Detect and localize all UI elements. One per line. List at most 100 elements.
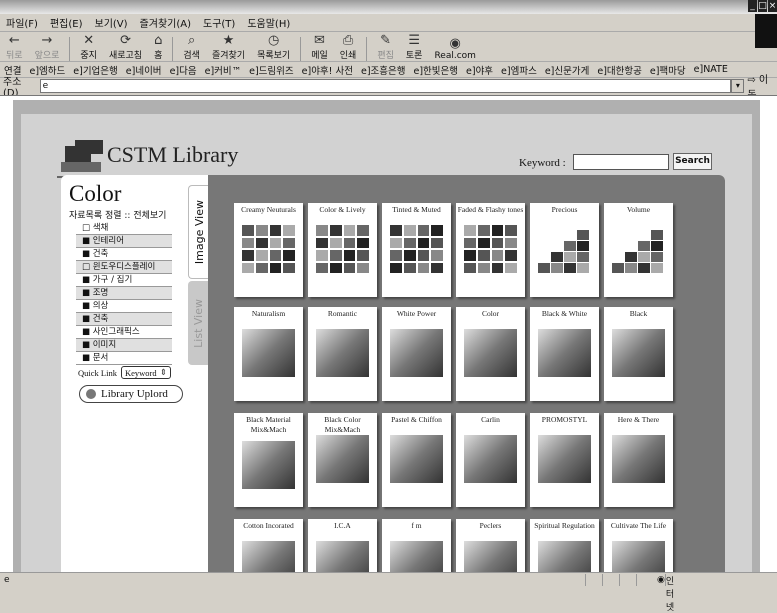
maximize-icon[interactable]: □ (758, 0, 767, 12)
library-card[interactable]: Black Color Mix&Mach (308, 413, 377, 507)
address-input[interactable]: e (39, 79, 732, 93)
page-icon: e (4, 575, 10, 585)
link-item[interactable]: e]엠파스 (497, 63, 541, 77)
status-cells: ◉ 인터넷 (585, 574, 777, 613)
quick-link-select[interactable]: Keyword ⇕ (120, 366, 171, 379)
category-item[interactable]: ■ 조명 (76, 287, 172, 300)
toolbar-button-discuss[interactable]: ☰ 토론 (400, 33, 429, 62)
library-card[interactable]: Peclers (456, 519, 525, 572)
library-card[interactable]: I.C.A (308, 519, 377, 572)
toolbar-button-edit[interactable]: ✎ 편집 (371, 34, 400, 62)
discuss-icon: ☰ (408, 33, 420, 48)
category-item[interactable]: ■ 건축 (76, 248, 172, 261)
tab-list-view[interactable]: List View (188, 281, 208, 365)
link-item[interactable]: e]팩마당 (646, 63, 690, 77)
toolbar-button-back-arrow[interactable]: ← 뒤로 (0, 34, 29, 62)
library-card[interactable]: Precious (530, 203, 599, 297)
menu-item[interactable]: 보기(V) (89, 15, 134, 30)
category-item[interactable]: ■ 의상 (76, 300, 172, 313)
category-item[interactable]: ■ 가구 / 집기 (76, 274, 172, 287)
library-card[interactable]: Here & There (604, 413, 673, 507)
link-item[interactable]: e]야후! 사전 (298, 63, 357, 77)
library-card[interactable]: Creamy Neuturals (234, 203, 303, 297)
link-item[interactable]: e]NATE (690, 64, 732, 75)
link-item[interactable]: e]야후 (462, 63, 497, 77)
toolbar-button-forward-arrow[interactable]: → 앞으로 (29, 34, 66, 62)
category-label: 이미지 (92, 340, 117, 350)
library-card[interactable]: Volume (604, 203, 673, 297)
category-item[interactable]: □ 색채 (76, 222, 172, 235)
link-item[interactable]: e]다음 (166, 63, 201, 77)
category-item[interactable]: □ 윈도우디스플레이 (76, 261, 172, 274)
library-card[interactable]: Cultivate The Life (604, 519, 673, 572)
card-thumbnail (464, 329, 517, 377)
minimize-icon[interactable]: _ (748, 0, 757, 12)
category-item[interactable]: ■ 사인그래픽스 (76, 326, 172, 339)
link-item[interactable]: e]대한항공 (593, 63, 646, 77)
site-logo[interactable]: CSTM Library (61, 136, 238, 174)
toolbar-button-stop[interactable]: ✕ 중지 (74, 34, 103, 62)
keyword-input[interactable] (573, 154, 669, 170)
card-thumbnail (390, 541, 443, 572)
card-thumbnail (242, 541, 295, 572)
library-card[interactable]: Black (604, 307, 673, 401)
library-upload-button[interactable]: Library Uplord (79, 385, 183, 403)
menu-item[interactable]: 도움말(H) (241, 15, 296, 30)
toolbar-button-refresh[interactable]: ⟳ 새로고침 (103, 34, 148, 62)
toolbar-button-mail[interactable]: ✉ 메일 (305, 34, 334, 62)
quick-link: Quick Link Keyword ⇕ (78, 366, 171, 379)
category-item[interactable]: ■ 건축 (76, 313, 172, 326)
library-card[interactable]: Cotton Incorated (234, 519, 303, 572)
category-bullet-icon: ■ (82, 327, 93, 337)
library-card[interactable]: Carlin (456, 413, 525, 507)
menu-item[interactable]: 도구(T) (197, 15, 241, 30)
link-item[interactable]: e]네이버 (122, 63, 166, 77)
link-item[interactable]: e]한빛은행 (410, 63, 463, 77)
menu-item[interactable]: 즐겨찾기(A) (134, 15, 197, 30)
category-sort-header[interactable]: 자료목록 정렬 :: 전체보기 (69, 208, 166, 221)
link-item[interactable]: e]드림위즈 (245, 63, 298, 77)
library-card[interactable]: Faded & Flashy tones (456, 203, 525, 297)
toolbar-button-print[interactable]: ⎙ 인쇄 (334, 34, 363, 62)
card-title: Black Color Mix&Mach (324, 415, 361, 434)
library-card[interactable]: f m (382, 519, 451, 572)
category-item[interactable]: ■ 문서 (76, 352, 172, 365)
toolbar-button-real[interactable]: ◉ Real.com (428, 37, 481, 62)
card-thumbnail (538, 541, 591, 572)
library-card[interactable]: Tinted & Muted (382, 203, 451, 297)
toolbar-button-history[interactable]: ◷ 목록보기 (251, 34, 296, 62)
library-card[interactable]: White Power (382, 307, 451, 401)
tab-image-view[interactable]: Image View (188, 185, 209, 279)
link-item[interactable]: e]기업은행 (69, 63, 122, 77)
close-icon[interactable]: × (768, 0, 777, 12)
library-card[interactable]: Naturalism (234, 307, 303, 401)
library-card[interactable]: Color (456, 307, 525, 401)
toolbar-separator (172, 37, 174, 61)
toolbar-button-favorites[interactable]: ★ 즐겨찾기 (206, 34, 251, 62)
category-item[interactable]: ■ 인테리어 (76, 235, 172, 248)
library-card[interactable]: Black Material Mix&Mach (234, 413, 303, 507)
library-card[interactable]: Spiritual Regulation (530, 519, 599, 572)
toolbar-button-search[interactable]: ⌕ 검색 (177, 34, 206, 62)
link-item[interactable]: e]커비™ (201, 63, 246, 77)
toolbar-button-home[interactable]: ⌂ 홈 (148, 34, 168, 62)
address-dropdown-icon[interactable]: ▾ (731, 79, 745, 93)
category-bullet-icon: ■ (82, 301, 93, 311)
menu-item[interactable]: 파일(F) (0, 15, 44, 30)
category-label: 색채 (92, 223, 109, 233)
library-card[interactable]: PROMOSTYL (530, 413, 599, 507)
upload-icon (86, 389, 96, 399)
menu-item[interactable]: 편집(E) (44, 15, 89, 30)
card-thumbnail (316, 541, 369, 572)
category-item[interactable]: ■ 이미지 (76, 339, 172, 352)
library-card[interactable]: Pastel & Chiffon (382, 413, 451, 507)
library-card[interactable]: Color & Lively (308, 203, 377, 297)
library-card[interactable]: Black & White (530, 307, 599, 401)
card-thumbnail (242, 329, 295, 377)
category-bullet-icon: ■ (82, 340, 93, 350)
link-item[interactable]: e]신문가게 (541, 63, 594, 77)
page-frame: CSTM Library Keyword : Search Color 자료목록… (21, 114, 752, 572)
search-button[interactable]: Search (673, 153, 712, 170)
library-card[interactable]: Romantic (308, 307, 377, 401)
link-item[interactable]: e]조흥은행 (357, 63, 410, 77)
